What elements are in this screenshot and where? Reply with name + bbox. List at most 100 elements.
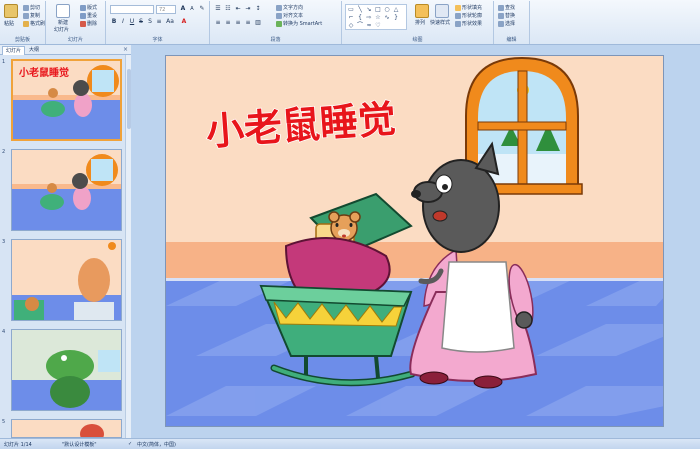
new-slide-icon[interactable] [56,4,70,18]
layout-button[interactable]: 版式 [80,4,97,11]
tab-outline[interactable]: 大纲 [26,46,42,55]
italic-button[interactable]: I [119,18,127,26]
rect2-shape-icon[interactable]: □ [374,6,382,13]
shape-fill-button[interactable]: 形状填充 [455,4,482,11]
callout-shape-icon[interactable]: ◇ [347,22,355,29]
arrow-shape-icon[interactable]: ↘ [365,6,373,13]
numbering-button[interactable]: ☷ [224,5,232,13]
find-button[interactable]: 查找 [498,4,515,11]
bold-button[interactable]: B [110,18,118,26]
drawing-group-label: 绘图 [412,37,423,43]
text-direction-icon [276,4,282,11]
text-direction-button[interactable]: 文字方向 [276,4,303,11]
shapes-gallery[interactable]: ▭ ╲ ↘ □ ○ △ ⌐ { ⇨ ☆ ∿ } ◇ ⌒ ≈ ♡ [345,4,407,30]
shape-effects-button[interactable]: 形状效果 [455,20,482,27]
font-size-box[interactable]: 72 [156,5,176,14]
bullets-button[interactable]: ☰ [214,5,222,13]
slides-group-label: 幻灯片 [67,37,83,43]
underline-button[interactable]: U [128,18,136,26]
reset-button[interactable]: 重设 [80,12,97,19]
copy-label: 复制 [30,13,41,19]
close-icon[interactable]: × [123,46,128,53]
arrange-icon[interactable] [415,4,429,18]
case-button[interactable]: Aa [166,18,174,26]
align-text-button[interactable]: 对齐文本 [276,12,303,19]
brace-shape-icon[interactable]: } [392,14,400,21]
arc-shape-icon[interactable]: ⌒ [356,22,364,29]
slide-counter: 幻灯片 1/14 [4,442,32,448]
copy-button[interactable]: 复制 [23,12,40,19]
smartart-icon [276,20,282,27]
font-name-box[interactable] [110,5,154,14]
paste-button[interactable]: 粘贴 [4,20,14,27]
columns-button[interactable]: ▥ [254,19,262,27]
layout-icon [80,4,86,11]
line-spacing-button[interactable]: ↕ [254,5,262,13]
triangle-shape-icon[interactable]: △ [392,6,400,13]
panel-scrollbar[interactable] [125,55,131,438]
tab-slides[interactable]: 幻灯片 [2,46,26,55]
scrollbar-thumb[interactable] [127,69,131,129]
oval-shape-icon[interactable]: ○ [383,6,391,13]
layout-label: 版式 [87,5,98,11]
slide-thumbnail-3[interactable] [11,239,122,321]
quick-styles-button[interactable]: 快速样式 [430,19,450,26]
heart-shape-icon[interactable]: ♡ [374,22,382,29]
shape-outline-button[interactable]: 形状轮廓 [455,12,482,19]
align-text-icon [276,12,282,19]
curve-shape-icon[interactable]: ∿ [383,14,391,21]
replace-button[interactable]: 替换 [498,12,515,19]
language-indicator[interactable]: 中文(简体，中国) [137,441,176,448]
align-text-label: 对齐文本 [283,13,304,19]
thumb-3-illustration [12,240,121,320]
delete-label: 删除 [87,21,98,27]
decrease-indent-button[interactable]: ⇤ [234,5,242,13]
slide-canvas[interactable]: 小老鼠睡觉 [165,55,664,427]
slides-panel: 幻灯片 大纲 × 1 小老鼠睡觉 2 3 4 5 [0,45,131,438]
star-shape-icon[interactable]: ☆ [374,14,382,21]
shape-fill-label: 形状填充 [462,5,483,11]
slides-group: 新建 幻灯片 版式 重设 删除 幻灯片 [46,1,106,44]
clear-format-button[interactable]: ✎ [198,5,206,13]
increase-indent-button[interactable]: ⇥ [244,5,252,13]
strike-button[interactable]: S [137,18,145,26]
theme-name[interactable]: "默认设计模板" [62,441,97,448]
copy-icon [23,12,29,19]
format-painter-button[interactable]: 格式刷 [23,20,45,27]
replace-icon [498,12,504,19]
delete-button[interactable]: 删除 [80,20,97,27]
shrink-font-button[interactable]: A [188,5,196,13]
shape-effects-label: 形状效果 [462,21,483,27]
align-left-button[interactable]: ≡ [214,19,222,27]
slide-thumbnail-2[interactable] [11,149,122,231]
font-color-button[interactable]: A [180,18,188,26]
justify-button[interactable]: ≡ [244,19,252,27]
align-center-button[interactable]: ≡ [224,19,232,27]
editing-group-label: 编辑 [506,37,517,43]
rect-shape-icon[interactable]: ▭ [347,6,355,13]
slide-thumbnail-1[interactable]: 小老鼠睡觉 [11,59,122,141]
paste-icon[interactable] [4,4,18,18]
thumb-number: 4 [2,329,6,335]
bracket-shape-icon[interactable]: { [356,14,364,21]
lshape-shape-icon[interactable]: ⌐ [347,14,355,21]
slide-thumbnail-5[interactable] [11,419,122,438]
select-button[interactable]: 选择 [498,20,515,27]
spacing-button[interactable]: ≡ [155,18,163,26]
line-shape-icon[interactable]: ╲ [356,6,364,13]
shadow-button[interactable]: S [146,18,154,26]
wave-shape-icon[interactable]: ≈ [365,22,373,29]
quick-styles-icon[interactable] [435,4,449,18]
align-right-button[interactable]: ≡ [234,19,242,27]
grow-font-button[interactable]: A [179,5,187,13]
status-bar: 幻灯片 1/14 "默认设计模板" ✓ 中文(简体，中国) [0,438,700,449]
replace-label: 替换 [505,13,516,19]
cut-button[interactable]: 剪切 [23,4,40,11]
new-slide-button[interactable]: 新建 [58,19,68,26]
right-arrow-shape-icon[interactable]: ⇨ [365,14,373,21]
smartart-button[interactable]: 转换为 SmartArt [276,20,322,27]
format-painter-label: 格式刷 [30,21,46,27]
arrange-button[interactable]: 排列 [415,19,425,26]
slide-thumbnail-4[interactable] [11,329,122,411]
check-icon[interactable]: ✓ [128,441,132,447]
